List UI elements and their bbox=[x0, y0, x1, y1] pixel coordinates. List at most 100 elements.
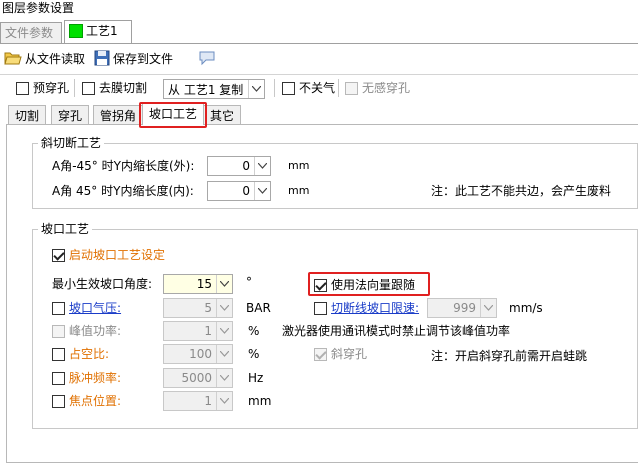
chevron-down-icon bbox=[216, 392, 232, 410]
chevron-down-icon bbox=[216, 345, 232, 363]
option-separator bbox=[338, 79, 339, 97]
chevron-down-icon bbox=[248, 80, 264, 98]
cutoff-speed-unit: mm/s bbox=[509, 301, 543, 315]
chevron-down-icon bbox=[216, 275, 232, 293]
chevron-down-icon bbox=[480, 299, 496, 317]
tab-highlight-box bbox=[139, 102, 207, 128]
a-45-value: 0 bbox=[242, 184, 250, 198]
pulse-freq-label: 脉冲频率: bbox=[69, 371, 122, 385]
peak-power-option: 峰值功率: bbox=[52, 323, 121, 339]
min-angle-input[interactable]: 15 bbox=[163, 274, 233, 294]
duty-checkbox[interactable] bbox=[52, 347, 65, 361]
tab-process-1[interactable]: 工艺1 bbox=[64, 20, 132, 44]
pulse-freq-input: 5000 bbox=[163, 368, 233, 388]
peak-power-unit: % bbox=[248, 324, 260, 338]
open-folder-icon bbox=[4, 52, 22, 65]
focus-value: 1 bbox=[204, 394, 212, 408]
pulse-freq-checkbox[interactable] bbox=[52, 371, 65, 385]
process-color-swatch bbox=[69, 24, 83, 38]
pulse-freq-unit: Hz bbox=[248, 371, 264, 385]
oblique-pierce-note: 注：开启斜穿孔前需开启蛙跳 bbox=[431, 349, 588, 363]
a-45-input[interactable]: 0 bbox=[207, 181, 271, 201]
a-45-label: A角 45° 时Y内缩长度(内): bbox=[52, 184, 194, 198]
duty-input: 100 bbox=[163, 344, 233, 364]
toolbar-divider bbox=[0, 74, 638, 75]
a-45-unit: mm bbox=[288, 184, 310, 197]
focus-unit: mm bbox=[248, 394, 272, 408]
laser-note: 激光器使用通讯模式时禁止调节该峰值功率 bbox=[282, 324, 511, 338]
save-to-file-label: 保存到文件 bbox=[113, 51, 174, 66]
focus-checkbox[interactable] bbox=[52, 394, 65, 408]
duty-label: 占空比: bbox=[69, 347, 110, 361]
no-sense-pierce-option: 无感穿孔 bbox=[345, 80, 410, 96]
option-separator bbox=[74, 79, 75, 97]
no-gas-off-option[interactable]: 不关气 bbox=[282, 80, 335, 96]
gas-pressure-input: 5 bbox=[163, 298, 233, 318]
chevron-down-icon bbox=[254, 157, 270, 175]
cutoff-speed-option[interactable]: 切断线坡口限速: bbox=[314, 300, 419, 316]
read-from-file-button[interactable]: 从文件读取 bbox=[4, 48, 85, 68]
chevron-down-icon bbox=[216, 299, 232, 317]
a-minus45-unit: mm bbox=[288, 159, 310, 172]
chevron-down-icon bbox=[216, 369, 232, 387]
min-angle-unit: ° bbox=[246, 275, 252, 289]
chevron-down-icon bbox=[254, 182, 270, 200]
film-cut-checkbox[interactable] bbox=[82, 81, 95, 95]
tab-strip-divider bbox=[0, 43, 638, 44]
peak-power-checkbox bbox=[52, 324, 65, 338]
no-gas-off-label: 不关气 bbox=[299, 81, 336, 95]
film-cut-option[interactable]: 去膜切割 bbox=[82, 80, 147, 96]
no-sense-pierce-label: 无感穿孔 bbox=[362, 81, 411, 95]
tab-file-params[interactable]: 文件参数 bbox=[0, 22, 62, 44]
gas-pressure-value: 5 bbox=[204, 301, 212, 315]
enable-bevel-option[interactable]: 启动坡口工艺设定 bbox=[52, 247, 165, 263]
oblique-cut-group bbox=[32, 143, 638, 209]
comment-button[interactable] bbox=[198, 48, 219, 68]
enable-bevel-checkbox[interactable] bbox=[52, 248, 65, 262]
duty-unit: % bbox=[248, 347, 260, 361]
peak-power-value: 1 bbox=[204, 324, 212, 338]
tab-other[interactable]: 其它 bbox=[203, 105, 242, 125]
gas-pressure-label: 坡口气压: bbox=[69, 301, 122, 315]
read-from-file-label: 从文件读取 bbox=[25, 51, 86, 66]
normal-follow-label: 使用法向量跟随 bbox=[331, 278, 416, 292]
oblique-pierce-checkbox bbox=[314, 347, 327, 361]
a-minus45-input[interactable]: 0 bbox=[207, 156, 271, 176]
min-angle-value: 15 bbox=[196, 277, 212, 291]
a-minus45-label: A角-45° 时Y内缩长度(外): bbox=[52, 159, 195, 173]
no-gas-off-checkbox[interactable] bbox=[282, 81, 295, 95]
tab-pierce[interactable]: 穿孔 bbox=[51, 105, 90, 125]
pulse-freq-value: 5000 bbox=[181, 371, 212, 385]
bevel-title: 坡口工艺 bbox=[38, 221, 93, 237]
gas-pressure-checkbox[interactable] bbox=[52, 301, 65, 315]
option-separator bbox=[274, 79, 275, 97]
focus-input: 1 bbox=[163, 391, 233, 411]
peak-power-label: 峰值功率: bbox=[69, 324, 122, 338]
pulse-freq-option[interactable]: 脉冲频率: bbox=[52, 370, 121, 386]
normal-follow-checkbox[interactable] bbox=[314, 278, 327, 292]
enable-bevel-label: 启动坡口工艺设定 bbox=[69, 248, 166, 262]
focus-label: 焦点位置: bbox=[69, 394, 122, 408]
gas-pressure-option[interactable]: 坡口气压: bbox=[52, 300, 121, 316]
gas-pressure-unit: BAR bbox=[246, 301, 271, 315]
pre-pierce-option[interactable]: 预穿孔 bbox=[16, 80, 69, 96]
normal-follow-option[interactable]: 使用法向量跟随 bbox=[314, 277, 415, 293]
tab-tube-corner[interactable]: 管拐角 bbox=[93, 105, 144, 125]
oblique-pierce-option: 斜穿孔 bbox=[314, 346, 367, 362]
chevron-down-icon bbox=[216, 322, 232, 340]
save-to-file-button[interactable]: 保存到文件 bbox=[94, 48, 173, 68]
film-cut-label: 去膜切割 bbox=[99, 81, 148, 95]
cutoff-speed-checkbox[interactable] bbox=[314, 301, 327, 315]
copy-from-select[interactable]: 从 工艺1 复制 bbox=[163, 79, 265, 99]
no-sense-pierce-checkbox bbox=[345, 81, 358, 95]
focus-option[interactable]: 焦点位置: bbox=[52, 393, 121, 409]
window-title: 图层参数设置 bbox=[2, 1, 75, 15]
pre-pierce-checkbox[interactable] bbox=[16, 81, 29, 95]
comment-icon bbox=[199, 51, 215, 66]
copy-from-value: 从 工艺1 复制 bbox=[168, 82, 244, 97]
duty-option[interactable]: 占空比: bbox=[52, 346, 109, 362]
min-angle-label: 最小生效坡口角度: bbox=[52, 277, 153, 291]
tab-cutting[interactable]: 切割 bbox=[8, 105, 47, 125]
duty-value: 100 bbox=[189, 347, 212, 361]
peak-power-input: 1 bbox=[163, 321, 233, 341]
